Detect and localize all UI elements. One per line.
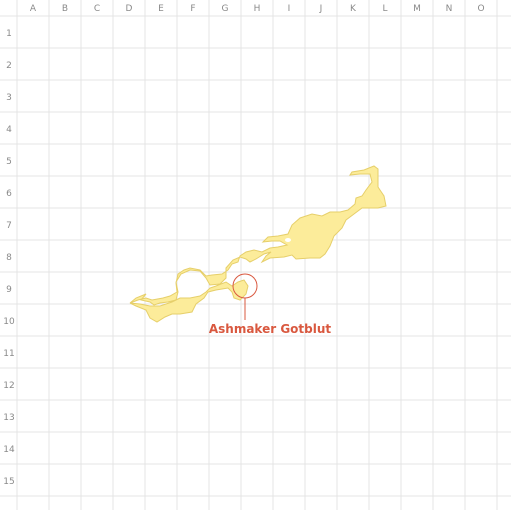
row-label: 1 <box>6 29 12 39</box>
column-label: A <box>30 4 37 14</box>
column-label: G <box>222 4 229 14</box>
column-label: J <box>319 4 323 14</box>
column-label: C <box>94 4 100 14</box>
column-label: E <box>158 4 164 14</box>
row-label: 15 <box>3 477 14 487</box>
column-labels: ABCDEFGHIJKLMNO <box>30 4 485 14</box>
column-label: M <box>413 4 421 14</box>
row-label: 6 <box>6 189 12 199</box>
marker-label: Ashmaker Gotblut <box>209 322 332 336</box>
column-label: D <box>126 4 133 14</box>
cave-hole <box>285 238 291 242</box>
column-label: F <box>190 4 195 14</box>
map-grid: ABCDEFGHIJKLMNO 123456789101112131415 As… <box>0 0 512 512</box>
cave-hole <box>187 291 193 297</box>
row-label: 5 <box>6 157 12 167</box>
row-label: 3 <box>6 93 12 103</box>
column-label: B <box>62 4 68 14</box>
column-label: L <box>382 4 387 14</box>
row-label: 13 <box>3 413 14 423</box>
row-label: 11 <box>3 349 14 359</box>
column-label: I <box>288 4 291 14</box>
column-label: H <box>254 4 261 14</box>
row-label: 14 <box>3 445 15 455</box>
column-label: O <box>477 4 484 14</box>
row-label: 7 <box>6 221 12 231</box>
row-label: 10 <box>3 317 15 327</box>
row-label: 2 <box>6 61 12 71</box>
column-label: N <box>446 4 453 14</box>
row-label: 9 <box>6 285 12 295</box>
row-label: 8 <box>6 253 12 263</box>
row-label: 12 <box>3 381 14 391</box>
row-label: 4 <box>6 125 12 135</box>
